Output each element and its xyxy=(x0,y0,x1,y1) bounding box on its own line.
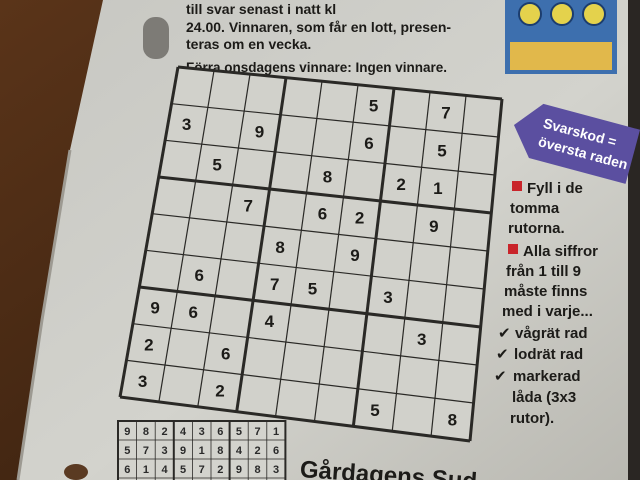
solution-digit: 4 xyxy=(236,445,243,457)
sudoku-given-digit: 5 xyxy=(437,141,446,160)
check-line-3: markerad xyxy=(513,368,581,385)
article-line-2: 24.00. Vinnaren, som får en lott, presen… xyxy=(186,19,451,35)
solution-digit: 7 xyxy=(254,426,260,438)
check-icon-3: ✔ xyxy=(494,367,507,385)
sudoku-given-digit: 9 xyxy=(429,217,438,236)
sudoku-given-digit: 9 xyxy=(350,246,359,265)
fill-line-3: rutorna. xyxy=(508,220,565,237)
box-line-2: rutor). xyxy=(510,410,554,427)
sudoku-given-digit: 2 xyxy=(215,382,224,401)
check-icon-1: ✔ xyxy=(498,324,511,342)
sudoku-given-digit: 7 xyxy=(270,275,279,294)
solution-digit: 2 xyxy=(254,445,260,457)
yesterday-solution-grid: 9 8 2 4 3 6 5 7 15 7 3 9 1 8 4 2 66 1 4 5 7 2 9 8 3 xyxy=(117,420,287,480)
red-bullet-1 xyxy=(512,181,522,191)
solution-digit: 9 xyxy=(124,426,130,438)
fill-line-1: Fyll i de xyxy=(527,180,583,197)
sudoku-given-digit: 2 xyxy=(355,209,364,228)
solution-digit: 9 xyxy=(236,464,242,476)
solution-digit: 6 xyxy=(273,445,279,457)
solution-digit: 6 xyxy=(124,464,130,476)
solution-digit: 2 xyxy=(161,426,167,438)
sudoku-given-digit: 5 xyxy=(308,279,317,298)
sudoku-given-digit: 5 xyxy=(370,401,379,420)
solution-digit: 8 xyxy=(217,445,223,457)
article-line-3: teras om en vecka. xyxy=(186,36,311,52)
solution-digit: 7 xyxy=(143,445,149,457)
sudoku-given-digit: 6 xyxy=(189,303,198,322)
check-line-1: vågrät rad xyxy=(515,325,588,342)
sudoku-given-digit: 2 xyxy=(144,335,153,354)
solution-digit: 8 xyxy=(143,426,149,438)
solution-digit: 9 xyxy=(180,445,186,457)
page-marker xyxy=(143,17,169,59)
article-line-1: till svar senast i natt kl xyxy=(186,1,336,17)
sudoku-given-digit: 3 xyxy=(138,372,147,391)
sudoku-given-digit: 9 xyxy=(150,299,159,318)
sudoku-given-digit: 3 xyxy=(417,330,426,349)
sudoku-given-digit: 6 xyxy=(221,345,230,364)
sudoku-given-digit: 9 xyxy=(255,122,264,141)
sudoku-given-digit: 8 xyxy=(323,167,332,186)
solution-digit: 4 xyxy=(161,464,168,476)
red-bullet-2 xyxy=(508,244,518,254)
all-line-4: med i varje... xyxy=(502,303,593,320)
sudoku-given-digit: 3 xyxy=(182,115,191,134)
binder-hole xyxy=(64,464,88,480)
sudoku-given-digit: 7 xyxy=(244,197,253,216)
sudoku-given-digit: 2 xyxy=(396,175,405,194)
solution-digit: 1 xyxy=(143,464,149,476)
solution-digit: 7 xyxy=(199,464,205,476)
solution-digit: 2 xyxy=(217,464,223,476)
sudoku-given-digit: 5 xyxy=(369,96,378,115)
sudoku-given-digit: 3 xyxy=(383,288,392,307)
fill-line-2: tomma xyxy=(510,200,560,217)
solution-digit: 4 xyxy=(180,426,187,438)
solution-digit: 5 xyxy=(236,426,242,438)
sudoku-given-digit: 6 xyxy=(318,205,327,224)
solution-digit: 5 xyxy=(180,464,186,476)
solution-digit: 3 xyxy=(161,445,167,457)
sudoku-given-digit: 4 xyxy=(265,312,275,331)
solution-digit: 3 xyxy=(199,426,205,438)
solution-digit: 5 xyxy=(124,445,130,457)
all-line-1: Alla siffror xyxy=(523,243,598,260)
sudoku-given-digit: 8 xyxy=(275,238,284,257)
all-line-3: måste finns xyxy=(504,283,587,300)
check-line-2: lodrät rad xyxy=(514,346,583,363)
solution-digit: 8 xyxy=(254,464,260,476)
all-line-2: från 1 till 9 xyxy=(506,263,581,280)
sudoku-given-digit: 6 xyxy=(364,134,373,153)
solution-digit: 3 xyxy=(273,464,279,476)
sudoku-given-digit: 7 xyxy=(441,104,450,123)
sudoku-given-digit: 5 xyxy=(212,156,221,175)
sudoku-given-digit: 1 xyxy=(433,179,442,198)
solution-digit: 1 xyxy=(273,426,279,438)
box-line-1: låda (3x3 xyxy=(512,389,576,406)
sudoku-given-digit: 6 xyxy=(194,266,203,285)
sudoku-grid: 5 73 96 558 2 17 6 2 98 96 7 5 39 6 432 63258 xyxy=(118,65,504,443)
solution-digit: 6 xyxy=(217,426,223,438)
lottery-ticket-image xyxy=(505,0,617,74)
check-icon-2: ✔ xyxy=(496,345,509,363)
solution-digit: 1 xyxy=(199,445,205,457)
sudoku-given-digit: 8 xyxy=(448,411,457,430)
